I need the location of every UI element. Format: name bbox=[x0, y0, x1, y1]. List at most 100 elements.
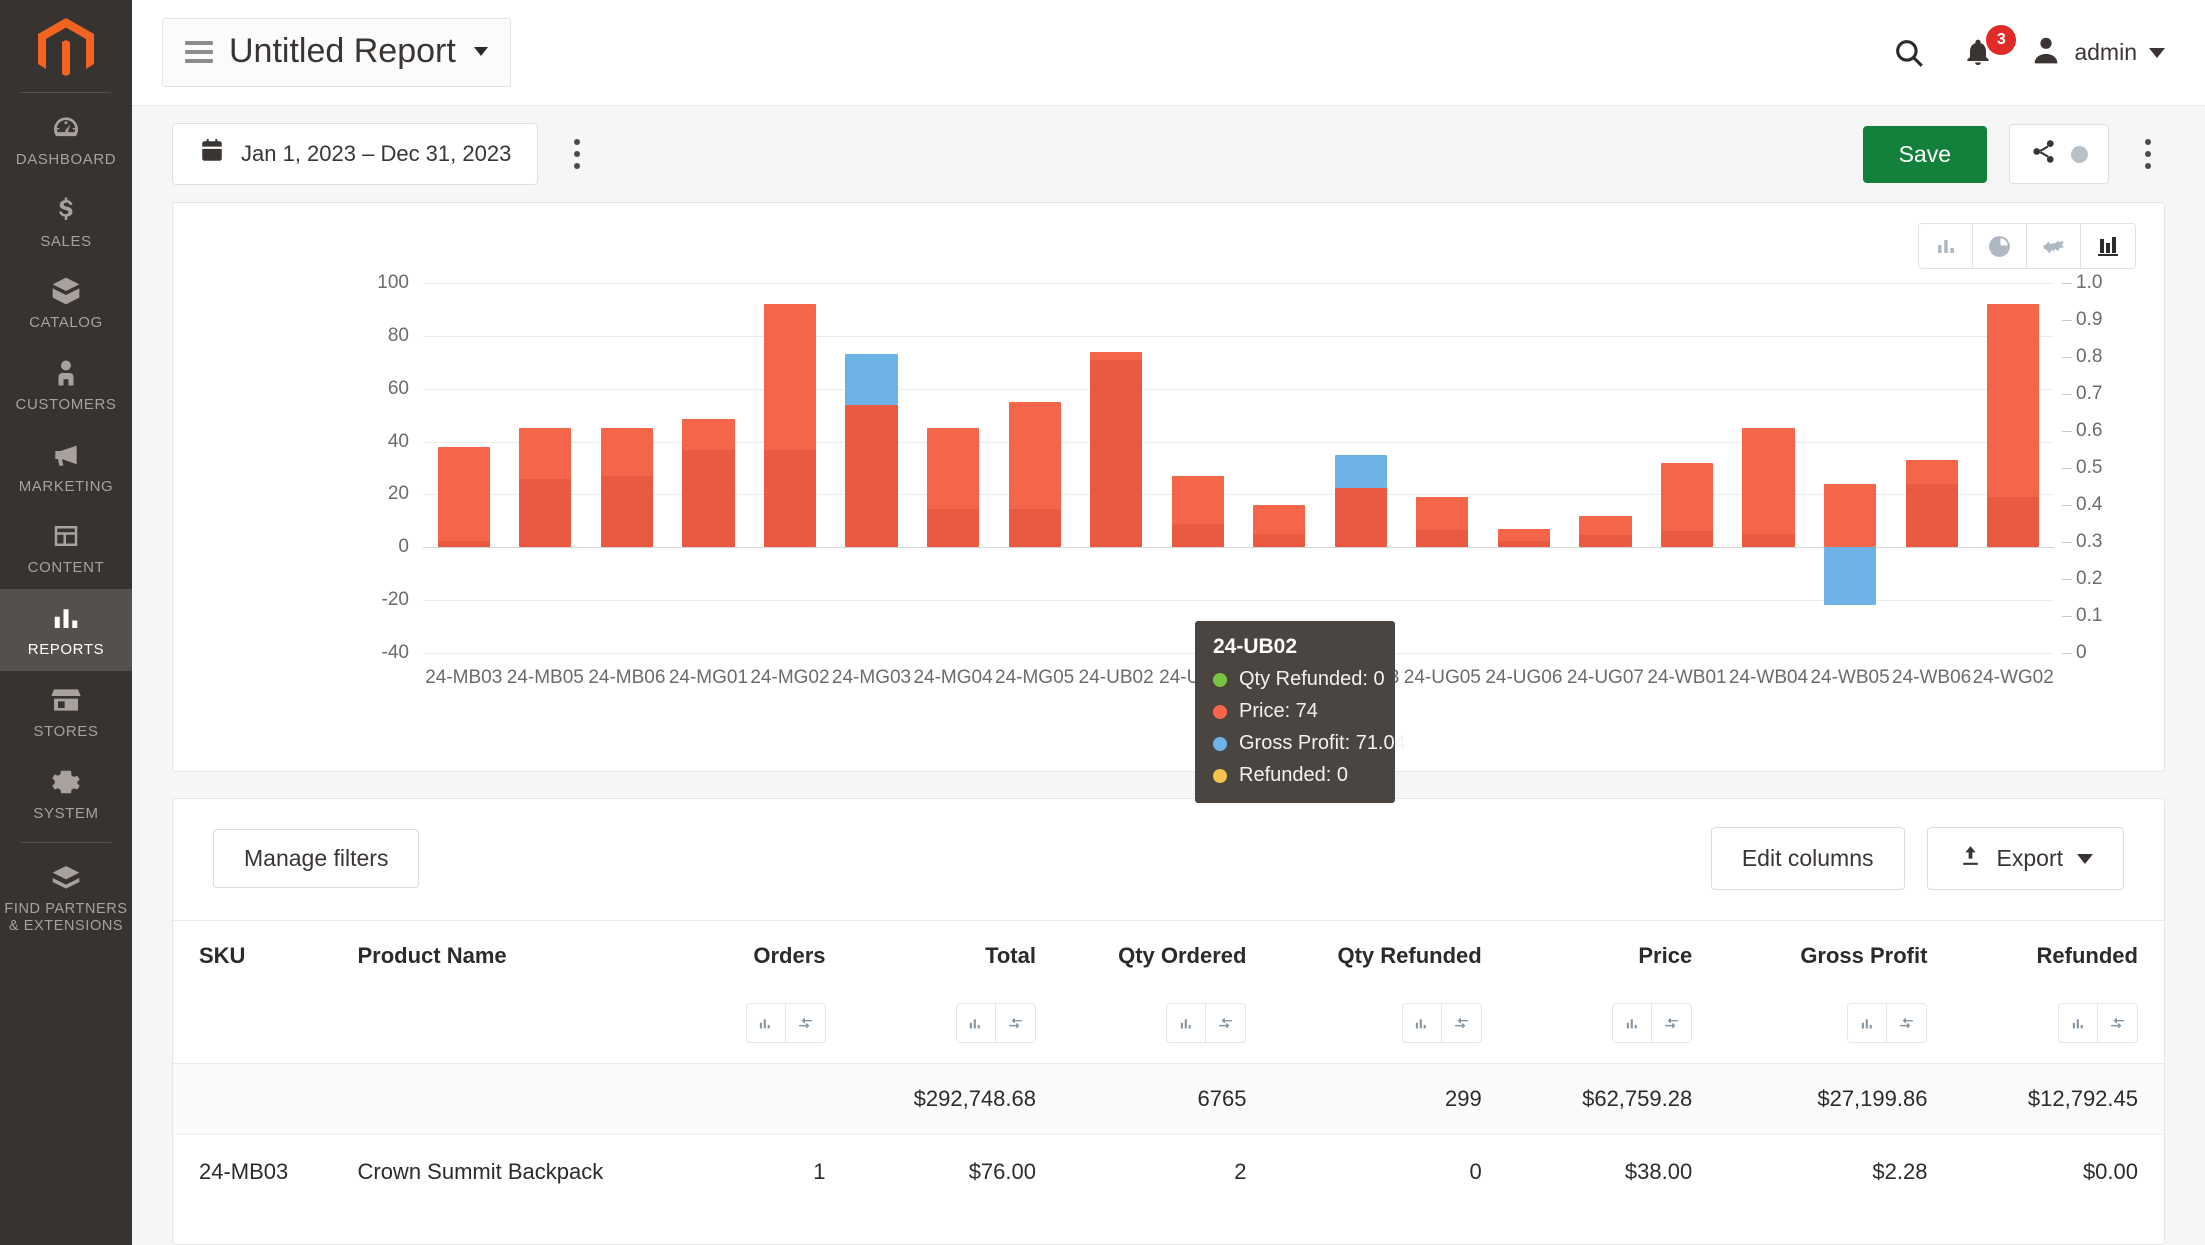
column-chart-type-icon[interactable] bbox=[2081, 224, 2135, 268]
bar-gross-profit[interactable] bbox=[926, 508, 980, 548]
bar-group[interactable]: 24-UG01 bbox=[1157, 283, 1239, 688]
bar-gross-profit[interactable] bbox=[1742, 534, 1795, 548]
line-chart-type-icon[interactable] bbox=[2027, 224, 2081, 268]
column-chart-toggle-icon[interactable] bbox=[1167, 1004, 1207, 1042]
bar-gross-profit[interactable] bbox=[1253, 534, 1306, 548]
bar-group[interactable]: 24-WB04 bbox=[1728, 283, 1810, 688]
bar-group[interactable]: 24-MG02 bbox=[749, 283, 831, 688]
bar-chart-type-icon[interactable] bbox=[1919, 224, 1973, 268]
sidebar-item-find-partners[interactable]: FIND PARTNERS & EXTENSIONS bbox=[0, 849, 132, 947]
caret-down-icon[interactable] bbox=[2077, 853, 2093, 864]
bar-group[interactable]: 24-WB06 bbox=[1891, 283, 1973, 688]
magento-logo[interactable] bbox=[29, 14, 103, 84]
bar-gross-profit[interactable] bbox=[437, 541, 490, 548]
sidebar-item-dashboard[interactable]: DASHBOARD bbox=[0, 99, 132, 181]
bar-gross-profit[interactable] bbox=[845, 354, 898, 405]
bar-price[interactable] bbox=[437, 446, 490, 548]
bar-gross-profit[interactable] bbox=[1905, 483, 1958, 548]
notification-bell-icon[interactable]: 3 bbox=[1962, 24, 2017, 69]
column-header-product-name[interactable]: Product Name bbox=[331, 920, 666, 995]
bar-gross-profit[interactable] bbox=[1660, 531, 1714, 548]
export-button[interactable]: Export bbox=[1926, 827, 2124, 890]
column-header-sku[interactable]: SKU bbox=[173, 920, 332, 995]
column-header-price[interactable]: Price bbox=[1507, 920, 1719, 995]
edit-columns-button[interactable]: Edit columns bbox=[1710, 827, 1905, 890]
caret-down-icon[interactable] bbox=[2149, 47, 2165, 58]
bar-gross-profit[interactable] bbox=[1090, 359, 1143, 548]
user-menu[interactable]: admin bbox=[2030, 34, 2165, 71]
bar-group[interactable]: 24-MG04 bbox=[912, 283, 994, 688]
bar-gross-profit[interactable] bbox=[1823, 547, 1877, 606]
column-swap-icon[interactable] bbox=[785, 1004, 825, 1042]
bar-gross-profit[interactable] bbox=[682, 449, 735, 548]
sidebar-item-customers[interactable]: CUSTOMERS bbox=[0, 344, 132, 426]
column-chart-toggle-icon[interactable] bbox=[2059, 1004, 2098, 1042]
bar-group[interactable]: 24-UG05 bbox=[1402, 283, 1484, 688]
column-chart-toggle-icon[interactable] bbox=[1613, 1004, 1653, 1042]
date-range-picker[interactable]: Jan 1, 2023 – Dec 31, 2023 bbox=[172, 123, 539, 185]
hamburger-icon[interactable] bbox=[185, 40, 213, 63]
sidebar-item-catalog[interactable]: CATALOG bbox=[0, 262, 132, 344]
bar-gross-profit[interactable] bbox=[1334, 454, 1387, 488]
bar-price[interactable] bbox=[1742, 428, 1795, 548]
bar-gross-profit[interactable] bbox=[1416, 530, 1469, 548]
bar-gross-profit[interactable] bbox=[1579, 535, 1632, 548]
sidebar-item-stores[interactable]: STORES bbox=[0, 671, 132, 753]
column-chart-toggle-icon[interactable] bbox=[1848, 1004, 1888, 1042]
column-chart-toggle-icon[interactable] bbox=[746, 1004, 786, 1042]
column-header-total[interactable]: Total bbox=[851, 920, 1062, 995]
column-swap-icon[interactable] bbox=[1887, 1004, 1927, 1042]
y-axis-tick-label: 20 bbox=[387, 483, 409, 505]
column-header-orders[interactable]: Orders bbox=[665, 920, 852, 995]
column-swap-icon[interactable] bbox=[995, 1004, 1035, 1042]
column-swap-icon[interactable] bbox=[2098, 1004, 2137, 1042]
bar-gross-profit[interactable] bbox=[519, 478, 572, 548]
bar-group[interactable]: 24-UB02 bbox=[1075, 283, 1157, 688]
report-title-menu[interactable]: Untitled Report bbox=[162, 18, 511, 87]
column-header-gross-profit[interactable]: Gross Profit bbox=[1718, 920, 1954, 995]
pie-chart-type-icon[interactable] bbox=[1973, 224, 2027, 268]
bar-gross-profit[interactable] bbox=[1008, 508, 1061, 548]
table-row[interactable]: 24-MB03 Crown Summit Backpack 1 $76.00 2… bbox=[173, 1135, 2164, 1210]
sidebar-item-reports[interactable]: REPORTS bbox=[0, 589, 132, 671]
bar-group[interactable]: 24-MB05 bbox=[505, 283, 587, 688]
sidebar-item-content[interactable]: CONTENT bbox=[0, 507, 132, 589]
bar-group[interactable]: 24-MB03 bbox=[423, 283, 505, 688]
bar-group[interactable]: 24-MB06 bbox=[586, 283, 668, 688]
sidebar-item-system[interactable]: SYSTEM bbox=[0, 753, 132, 835]
toolbar-more-vertical-icon[interactable] bbox=[560, 134, 594, 174]
bar-group[interactable]: 24-MG03 bbox=[831, 283, 913, 688]
column-chart-toggle-icon[interactable] bbox=[1402, 1004, 1442, 1042]
column-header-qty-refunded[interactable]: Qty Refunded bbox=[1272, 920, 1508, 995]
column-swap-icon[interactable] bbox=[1206, 1004, 1246, 1042]
caret-down-icon[interactable] bbox=[473, 47, 488, 56]
save-button[interactable]: Save bbox=[1862, 125, 1987, 183]
sidebar-item-marketing[interactable]: MARKETING bbox=[0, 426, 132, 508]
column-swap-icon[interactable] bbox=[1652, 1004, 1692, 1042]
bar-group[interactable]: 24-UG02 bbox=[1238, 283, 1320, 688]
bar-price[interactable] bbox=[1823, 483, 1877, 548]
bar-group[interactable]: 24-WB01 bbox=[1646, 283, 1728, 688]
column-header-qty-ordered[interactable]: Qty Ordered bbox=[1061, 920, 1273, 995]
column-chart-toggle-icon[interactable] bbox=[956, 1004, 996, 1042]
bar-gross-profit[interactable] bbox=[1987, 497, 2040, 548]
bar-group[interactable]: 24-UG07 bbox=[1565, 283, 1647, 688]
sidebar-item-sales[interactable]: SALES bbox=[0, 181, 132, 263]
bar-group[interactable]: 24-WG02 bbox=[1972, 283, 2054, 688]
chart-bars-region[interactable]: 100 80 60 40 20 0 -20 -40 1.0 0.9 0.8 0.7 0.6 0.5 0.4 0… bbox=[377, 272, 2102, 688]
column-swap-icon[interactable] bbox=[1441, 1004, 1481, 1042]
manage-filters-button[interactable]: Manage filters bbox=[213, 829, 420, 888]
bar-gross-profit[interactable] bbox=[1171, 523, 1224, 548]
bar-group[interactable]: 24-MG01 bbox=[668, 283, 750, 688]
column-header-refunded[interactable]: Refunded bbox=[1953, 920, 2164, 995]
bar-group[interactable]: 24-UG06 bbox=[1483, 283, 1565, 688]
bar-group[interactable]: 24-WB05 bbox=[1809, 283, 1891, 688]
bar-gross-profit[interactable] bbox=[763, 449, 817, 548]
bar-group[interactable]: 24-MG05 bbox=[994, 283, 1076, 688]
bar-group[interactable]: 24-UG03 bbox=[1320, 283, 1402, 688]
bar-gross-profit[interactable] bbox=[1497, 540, 1550, 548]
report-more-vertical-icon[interactable] bbox=[2131, 134, 2165, 174]
bar-gross-profit[interactable] bbox=[600, 475, 653, 548]
share-button[interactable] bbox=[2009, 124, 2109, 184]
search-icon[interactable] bbox=[1892, 36, 1926, 70]
